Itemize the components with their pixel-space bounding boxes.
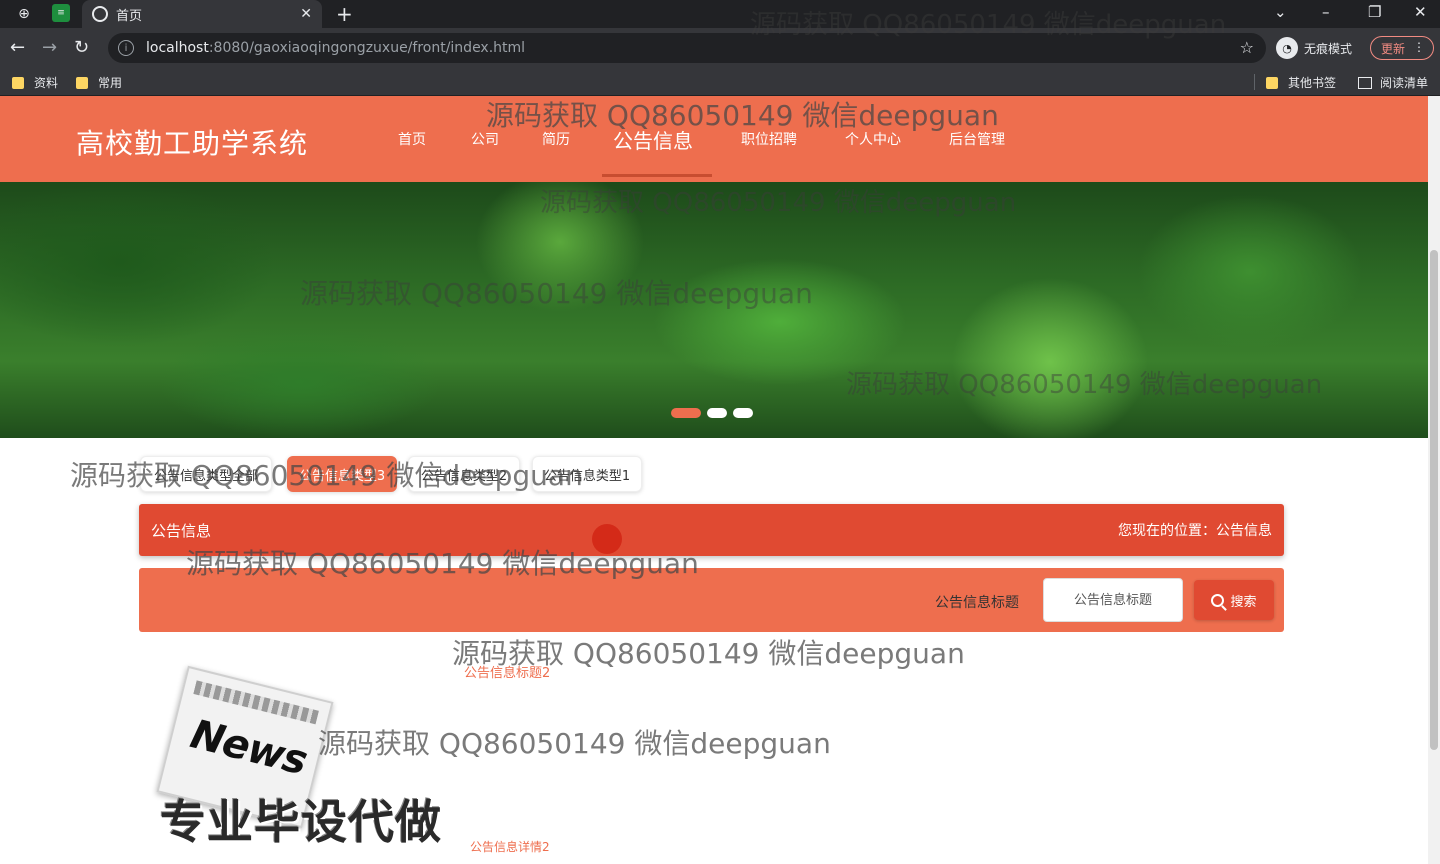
section-header-bar: 公告信息 您现在的位置：公告信息 [139,504,1284,556]
incognito-label: 无痕模式 [1304,41,1353,56]
back-button[interactable]: ← [10,37,25,58]
carousel-dot-1[interactable] [671,408,701,418]
browser-address-bar: ← → ↻ i localhost:8080/gaoxiaoqingongzux… [0,28,1440,68]
bookmark-star-icon[interactable]: ☆ [1240,38,1254,57]
bookmarks-bar: 资料 常用 其他书签 阅读清单 [0,68,1440,96]
type-tab-1[interactable]: 公告信息类型1 [532,456,642,492]
site-header: 高校勤工助学系统 首页 公司 简历 公告信息 职位招聘 个人中心 后台管理 [0,96,1428,182]
news-item-detail[interactable]: 公告信息详情2 [470,838,550,855]
bookmark-label: 阅读清单 [1380,76,1429,90]
search-icon [1211,593,1225,607]
site-info-icon[interactable]: i [118,40,134,56]
watermark-text: 源码获取 QQ86050149 微信deepguan [318,727,831,760]
nav-jobs[interactable]: 职位招聘 [741,96,797,182]
close-window-button[interactable]: ✕ [1414,3,1427,21]
carousel-dot-3[interactable] [733,408,753,418]
nav-resume[interactable]: 简历 [542,96,570,182]
browser-globe-icon[interactable]: ⊕ [14,4,34,24]
reload-button[interactable]: ↻ [74,37,89,58]
site-title[interactable]: 高校勤工助学系统 [76,122,308,162]
carousel-dots [671,408,759,418]
new-tab-button[interactable]: + [336,2,353,26]
mouse-cursor-highlight [592,524,622,554]
tab-close-icon[interactable]: ✕ [300,6,312,22]
bookmark-label: 其他书签 [1288,76,1337,90]
tab-title: 首页 [116,8,143,24]
minimize-button[interactable]: – [1322,3,1330,21]
browser-tab-home[interactable]: 首页 ✕ [82,0,322,28]
bookmark-label: 资料 [34,76,59,90]
restore-button[interactable]: ❐ [1368,3,1381,21]
carousel-dot-2[interactable] [707,408,727,418]
nav-active-underline [602,174,712,177]
section-title: 公告信息 [151,522,212,540]
search-bar: 公告信息标题 搜索 [139,568,1284,632]
tab-favicon-icon [92,6,108,22]
bookmarks-divider [1254,74,1255,90]
news-item-title[interactable]: 公告信息标题2 [464,662,550,681]
forward-button[interactable]: → [42,37,57,58]
search-button-label: 搜索 [1230,594,1257,610]
reading-list[interactable]: 阅读清单 [1358,74,1428,91]
search-label: 公告信息标题 [935,595,1019,611]
url-path: :8080/gaoxiaoqingongzuxue/front/index.ht… [208,40,526,56]
promo-overlay-text: 专业毕设代做 [160,795,442,849]
banner-carousel[interactable] [0,182,1428,438]
tab-search-icon[interactable]: ⌄ [1274,3,1287,21]
breadcrumb-location: 您现在的位置：公告信息 [1118,523,1272,539]
incognito-indicator[interactable]: ◔ 无痕模式 [1276,37,1352,59]
type-tab-3[interactable]: 公告信息类型3 [287,456,397,492]
folder-icon [76,76,88,89]
update-button[interactable]: 更新 ⋮ [1370,36,1434,60]
page-scrollbar-thumb[interactable] [1430,250,1438,750]
page-viewport: 高校勤工助学系统 首页 公司 简历 公告信息 职位招聘 个人中心 后台管理 公告… [0,96,1428,864]
folder-icon [12,76,24,89]
url-field[interactable]: i localhost:8080/gaoxiaoqingongzuxue/fro… [108,33,1266,63]
nav-admin[interactable]: 后台管理 [949,96,1005,182]
tab-group-icon[interactable]: ≡ [52,4,70,22]
nav-company[interactable]: 公司 [471,96,499,182]
type-tab-2[interactable]: 公告信息类型2 [408,456,520,492]
folder-icon [1266,76,1278,89]
news-graphic-word: News [186,711,312,785]
menu-dots-icon[interactable]: ⋮ [1413,40,1425,54]
nav-announcements[interactable]: 公告信息 [613,96,693,182]
bookmark-label: 常用 [98,76,123,90]
type-tab-all[interactable]: 公告信息类型全部 [140,456,272,492]
reading-list-icon [1358,76,1372,89]
update-label: 更新 [1381,41,1406,56]
bookmark-folder-changyong[interactable]: 常用 [76,74,122,91]
incognito-icon: ◔ [1276,37,1298,59]
bookmark-other[interactable]: 其他书签 [1266,74,1336,91]
browser-tab-bar: ⊕ ≡ 首页 ✕ + ⌄ – ❐ ✕ [0,0,1440,28]
url-host: localhost [146,40,209,56]
search-input[interactable] [1043,578,1183,622]
nav-home[interactable]: 首页 [398,96,426,182]
search-button[interactable]: 搜索 [1194,580,1274,620]
nav-personal-center[interactable]: 个人中心 [845,96,901,182]
bookmark-folder-ziliao[interactable]: 资料 [12,74,58,91]
